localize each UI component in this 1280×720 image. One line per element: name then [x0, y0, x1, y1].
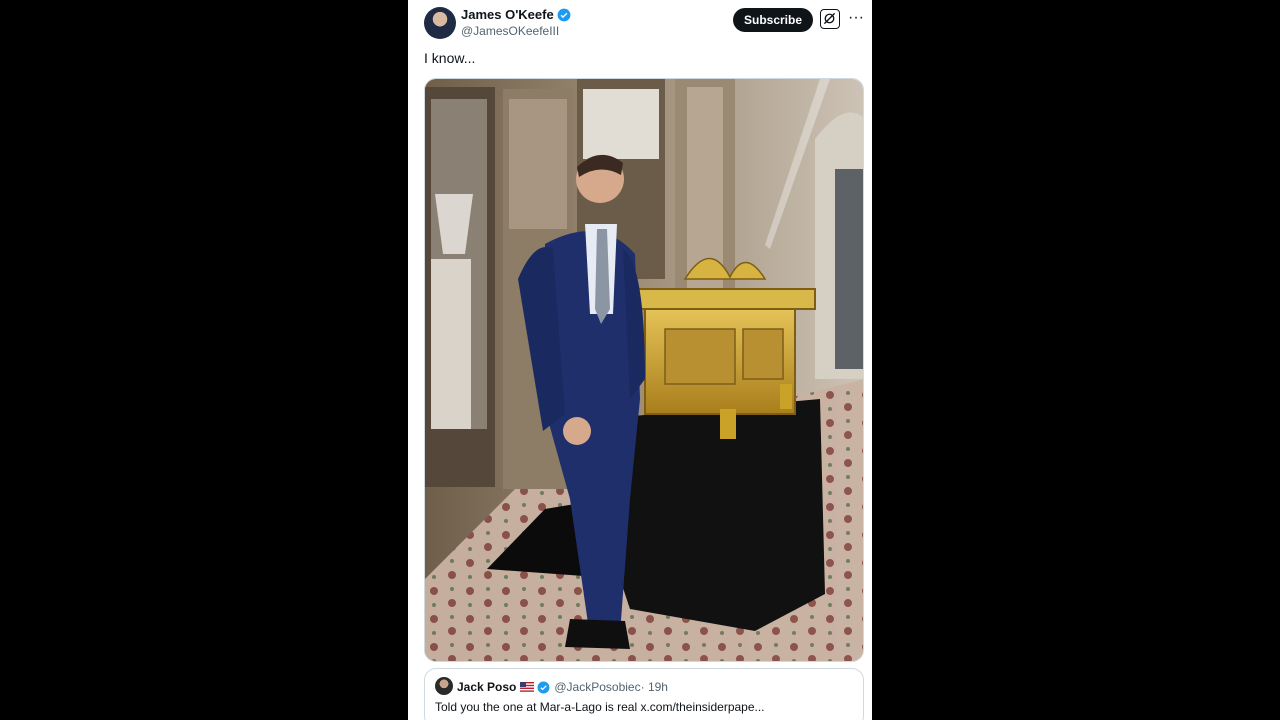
grok-icon[interactable]: [820, 9, 840, 29]
author-handle[interactable]: @JamesOKeefeIII: [461, 24, 559, 38]
quoted-author-avatar[interactable]: [435, 677, 453, 695]
quoted-post-text: Told you the one at Mar-a-Lago is real x…: [435, 700, 765, 714]
grok-glyph-icon: [823, 12, 836, 25]
quoted-post-time[interactable]: · 19h: [641, 680, 668, 694]
quoted-author-name[interactable]: Jack Poso: [457, 680, 516, 694]
verified-badge-icon: [557, 8, 571, 21]
quoted-author-line: Jack Poso @JackPosobiec · 19h: [457, 680, 668, 694]
author-avatar[interactable]: [424, 7, 456, 39]
more-icon[interactable]: ···: [848, 9, 864, 29]
author-name[interactable]: James O'Keefe: [461, 7, 571, 22]
author-name-text[interactable]: James O'Keefe: [461, 7, 554, 22]
post-photo[interactable]: [424, 78, 864, 662]
post-card: James O'Keefe @JamesOKeefeIII Subscribe …: [408, 0, 872, 720]
quoted-author-handle[interactable]: @JackPosobiec: [554, 680, 640, 694]
photo-illustration: [425, 79, 863, 661]
post-text: I know...: [424, 50, 476, 66]
quoted-post[interactable]: Jack Poso @JackPosobiec · 19h Told you t…: [424, 668, 864, 720]
subscribe-button[interactable]: Subscribe: [733, 8, 813, 32]
us-flag-icon: [520, 682, 535, 692]
verified-badge-icon: [537, 681, 550, 693]
